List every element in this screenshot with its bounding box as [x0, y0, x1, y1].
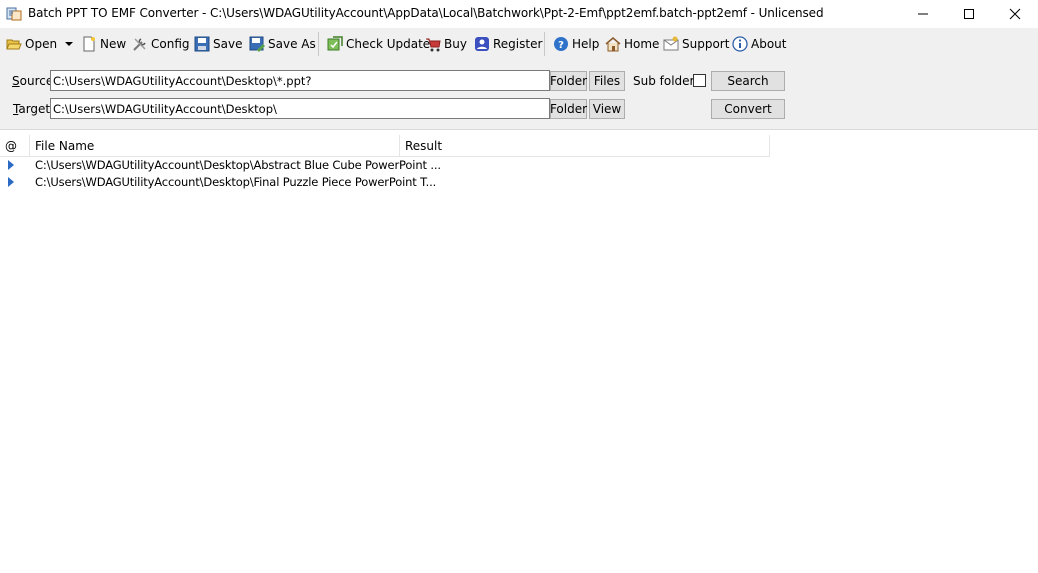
row-expand-arrow-icon[interactable] [8, 160, 14, 170]
about-label: About [751, 37, 787, 51]
save-label: Save [213, 37, 243, 51]
source-folder-button[interactable]: Folder [550, 71, 587, 91]
home-icon [605, 37, 621, 52]
open-label: Open [25, 37, 58, 51]
minimize-button[interactable] [900, 0, 946, 28]
tools-icon [133, 38, 146, 51]
toolbar-separator [318, 32, 319, 56]
buy-label: Buy [444, 37, 467, 51]
target-folder-button[interactable]: Folder [550, 99, 587, 119]
path-panel: Source Folder Files Sub folders Search T… [0, 59, 1038, 130]
toolbar-separator [544, 32, 545, 56]
app-icon [6, 7, 22, 21]
support-button[interactable]: Support [663, 34, 729, 54]
save-as-label: Save As [268, 37, 316, 51]
row-file-name: C:\Users\WDAGUtilityAccount\Desktop\Abst… [35, 158, 441, 172]
row-expand-arrow-icon[interactable] [8, 177, 14, 187]
column-header-status[interactable]: @ [0, 135, 30, 157]
buy-button[interactable]: Buy [425, 34, 467, 54]
open-dropdown-button[interactable] [64, 34, 77, 54]
config-label: Config [151, 37, 190, 51]
maximize-button[interactable] [946, 0, 992, 28]
help-label: Help [572, 37, 600, 51]
info-icon [732, 36, 748, 52]
help-button[interactable]: ? Help [553, 34, 599, 54]
source-input[interactable] [50, 70, 550, 91]
table-row[interactable]: C:\Users\WDAGUtilityAccount\Desktop\Fina… [0, 174, 770, 191]
subfolders-label: Sub folders [633, 74, 701, 88]
svg-text:?: ? [558, 40, 564, 51]
minimize-icon [918, 13, 928, 15]
new-button[interactable]: New [81, 34, 126, 54]
chevron-down-icon [65, 42, 73, 46]
toolbar: Open New Config Save Save As Check Updat… [0, 28, 1038, 59]
home-button[interactable]: Home [605, 34, 659, 54]
column-header-result[interactable]: Result [400, 135, 770, 157]
source-label: Source [12, 74, 54, 88]
register-button[interactable]: Register [474, 34, 542, 54]
support-icon [663, 36, 679, 51]
row-file-name: C:\Users\WDAGUtilityAccount\Desktop\Fina… [35, 175, 437, 189]
register-icon [475, 37, 489, 51]
convert-button[interactable]: Convert [711, 99, 785, 119]
folder-open-icon [6, 39, 22, 50]
target-label: Target [13, 102, 51, 116]
subfolders-checkbox[interactable] [693, 74, 706, 87]
close-icon [1009, 8, 1021, 20]
about-button[interactable]: About [732, 34, 786, 54]
save-as-button[interactable]: Save As [249, 34, 316, 54]
update-icon [327, 36, 343, 51]
save-as-icon [249, 36, 265, 52]
window-title: Batch PPT TO EMF Converter - C:\Users\WD… [28, 6, 824, 20]
save-button[interactable]: Save [194, 34, 242, 54]
column-header-file-name[interactable]: File Name [30, 135, 400, 157]
title-bar: Batch PPT TO EMF Converter - C:\Users\WD… [0, 0, 1038, 28]
register-label: Register [493, 37, 543, 51]
maximize-icon [964, 9, 974, 19]
home-label: Home [624, 37, 660, 51]
search-button[interactable]: Search [711, 71, 785, 91]
shopping-cart-icon [426, 38, 441, 52]
new-document-icon [83, 36, 95, 52]
help-icon: ? [554, 37, 568, 51]
close-button[interactable] [992, 0, 1038, 28]
support-label: Support [682, 37, 730, 51]
file-list[interactable]: @ File Name Result C:\Users\WDAGUtilityA… [0, 131, 1038, 573]
target-input[interactable] [50, 98, 550, 119]
target-view-button[interactable]: View [589, 99, 625, 119]
list-header: @ File Name Result [0, 135, 770, 157]
open-button[interactable]: Open [6, 34, 57, 54]
new-label: New [100, 37, 127, 51]
check-update-label: Check Update [346, 37, 431, 51]
floppy-disk-icon [194, 36, 210, 52]
check-update-button[interactable]: Check Update [327, 34, 430, 54]
config-button[interactable]: Config [132, 34, 190, 54]
table-row[interactable]: C:\Users\WDAGUtilityAccount\Desktop\Abst… [0, 157, 770, 174]
source-files-button[interactable]: Files [589, 71, 625, 91]
